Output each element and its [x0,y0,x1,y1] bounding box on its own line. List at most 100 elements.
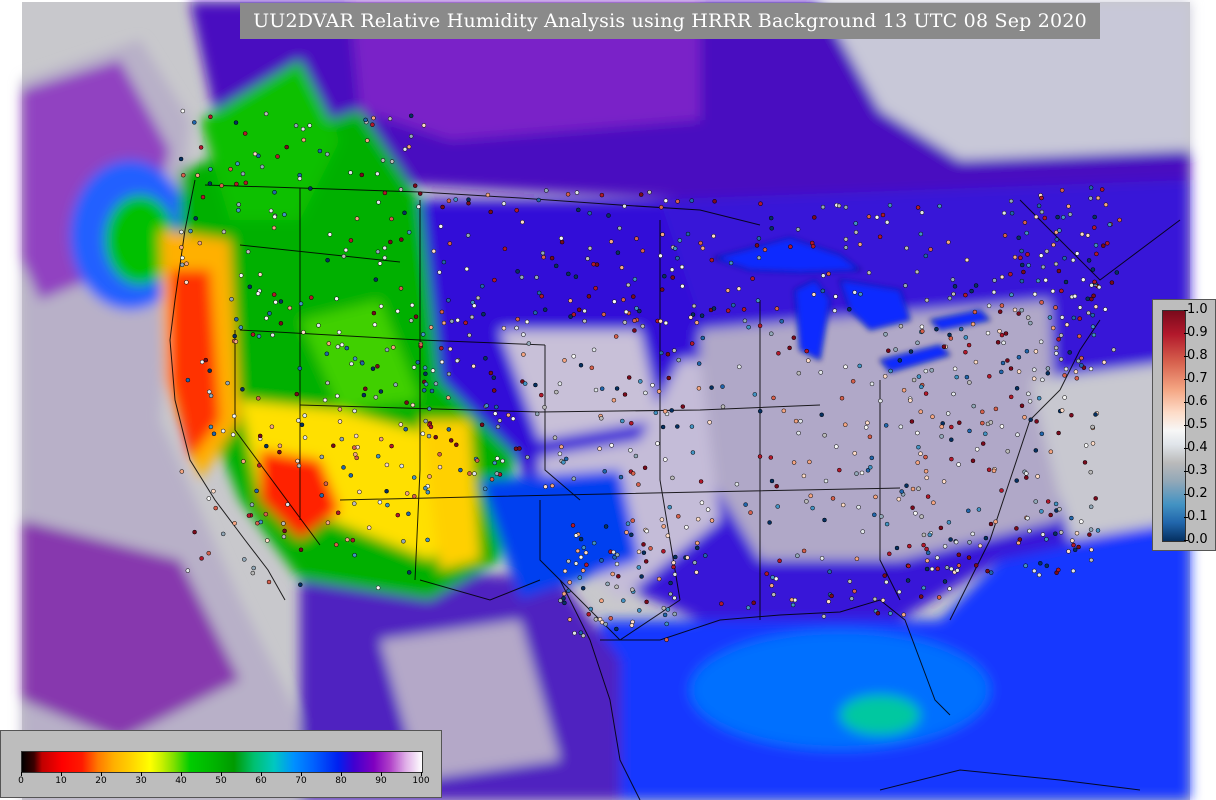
station-marker [316,323,321,328]
station-marker [909,419,915,424]
station-marker [587,210,592,216]
station-marker [275,154,280,159]
station-marker [731,302,736,308]
station-marker [1070,538,1075,543]
station-marker [282,528,287,534]
station-marker [233,339,239,344]
rh-colorbar-tick-label: 70 [295,776,307,786]
station-marker [525,454,530,460]
station-marker [441,320,447,326]
station-marker [388,239,393,245]
station-marker [771,395,776,401]
station-marker [431,248,437,254]
station-marker [850,379,856,384]
station-marker [947,295,953,301]
station-marker [985,568,990,574]
station-marker [857,363,862,369]
station-marker [335,344,341,349]
station-marker [888,611,893,616]
station-marker [907,543,912,549]
station-marker [353,433,359,439]
station-marker [919,324,925,330]
station-marker [999,424,1005,429]
station-marker [593,387,599,393]
station-marker [567,580,572,585]
station-marker [858,291,863,297]
station-marker [695,516,701,522]
station-marker [1093,496,1098,501]
station-marker [558,598,563,603]
station-marker [1101,360,1107,365]
station-marker [632,318,637,323]
station-marker [1033,349,1039,354]
station-marker [923,454,928,460]
station-marker [593,617,599,622]
station-marker [605,581,610,587]
station-marker [1092,279,1097,285]
station-marker [246,513,252,518]
station-marker [1034,419,1039,424]
station-marker [743,502,748,507]
station-marker [629,532,634,538]
station-marker [1067,350,1072,355]
station-marker [571,354,576,359]
station-marker [656,576,662,582]
station-marker [670,475,675,481]
station-marker [736,286,742,291]
station-marker [969,288,974,294]
station-marker [533,310,538,315]
station-marker [1093,243,1099,248]
station-marker [406,511,411,517]
station-marker [852,451,857,456]
station-marker [698,240,703,246]
station-marker [299,422,305,428]
station-marker [603,524,609,529]
station-marker [636,482,641,487]
station-marker [421,123,427,128]
station-marker [964,374,970,380]
station-marker [880,212,886,218]
station-marker [1062,255,1067,261]
station-marker [779,319,784,324]
station-marker [980,409,985,415]
station-marker [474,458,480,463]
station-marker [819,556,825,561]
station-marker [757,408,763,414]
station-colorbar-tick-label: 1.0 [1187,302,1208,317]
station-marker [1072,293,1078,299]
station-marker [495,456,500,461]
station-marker [265,538,270,543]
station-marker [680,283,685,289]
station-marker [919,210,925,215]
station-marker [1003,331,1009,336]
station-marker [384,462,390,468]
station-marker [599,416,604,421]
station-marker [671,560,676,565]
station-marker [553,263,559,269]
rh-colorbar-tick-label: 10 [55,776,67,786]
station-marker [373,395,379,400]
station-marker [382,255,387,261]
station-marker [915,205,921,210]
station-marker [908,349,914,354]
station-marker [1047,315,1053,320]
station-marker [924,297,930,303]
station-marker [622,320,628,325]
station-marker [1051,242,1056,248]
station-marker [1038,561,1043,566]
station-marker [928,247,933,252]
station-marker [1077,333,1082,339]
station-marker [449,319,455,324]
station-marker [967,428,972,434]
station-marker [756,236,762,241]
station-marker [599,598,604,603]
station-marker [806,358,811,363]
station-marker [447,241,453,246]
station-marker [935,566,940,572]
station-marker [946,239,951,245]
station-marker [184,261,189,266]
station-marker [352,356,358,361]
station-marker [391,345,396,350]
station-marker [878,398,883,404]
station-marker [179,469,185,474]
